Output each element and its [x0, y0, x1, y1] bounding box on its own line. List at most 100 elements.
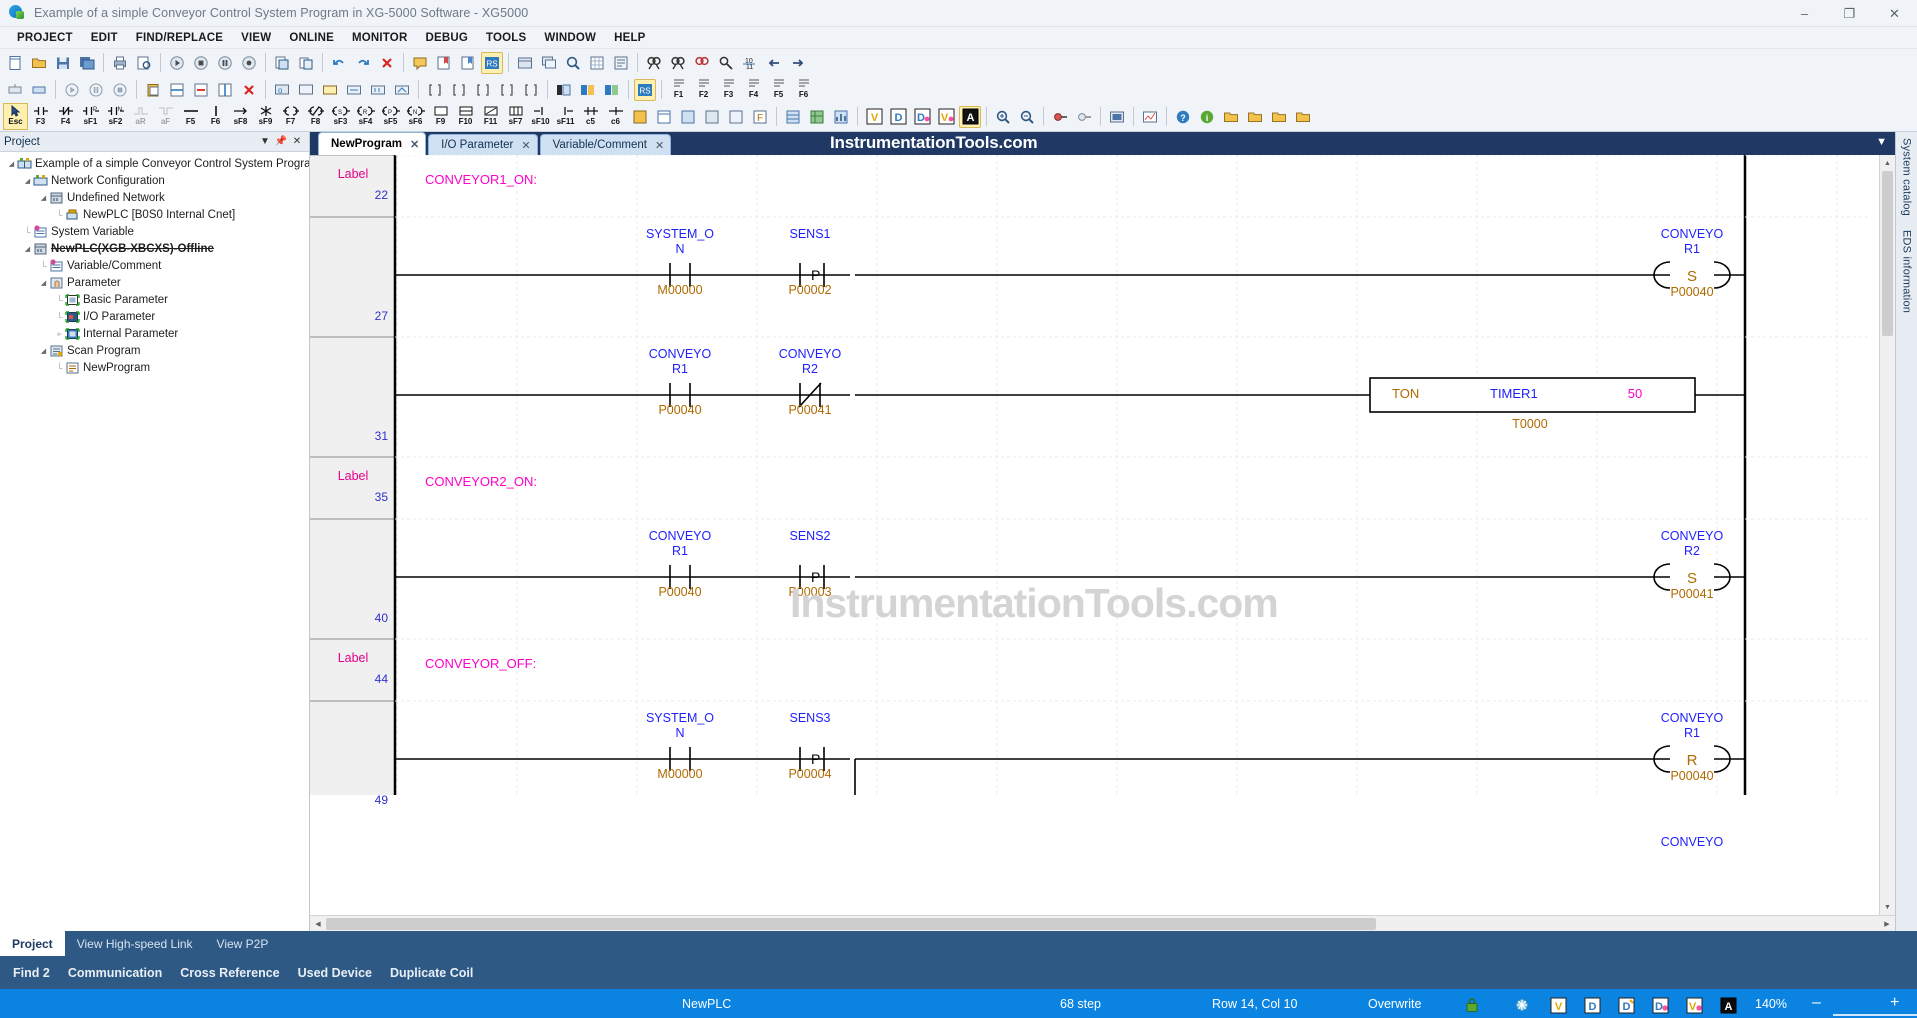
goto-step-icon[interactable]: 10 11	[739, 52, 761, 74]
bottom-tab-view-p2p[interactable]: View P2P	[205, 931, 281, 956]
contact-nc-icon[interactable]: F4	[53, 103, 78, 130]
rung-comment-icon[interactable]: o	[271, 79, 293, 101]
online-write-icon[interactable]	[28, 79, 50, 101]
tab-overflow-chevron-icon[interactable]: ▼	[1876, 136, 1887, 148]
tree-item-system-variable[interactable]: └ System Variable	[0, 223, 309, 240]
monitor-d-icon[interactable]: D	[887, 106, 909, 128]
horizontal-scroll-thumb[interactable]	[326, 917, 1376, 930]
open-recent2-icon[interactable]	[1244, 106, 1266, 128]
coil-positive-icon[interactable]: PsF5	[378, 103, 403, 130]
pointer-icon[interactable]: Esc	[3, 103, 28, 130]
document-tab-variable-comment[interactable]: Variable/Comment ✕	[539, 134, 672, 155]
window-tile-icon[interactable]	[514, 52, 536, 74]
expander-icon[interactable]: ◢	[38, 279, 49, 287]
monitor-start-icon[interactable]	[61, 79, 83, 101]
view-comment-view-icon[interactable]	[701, 106, 723, 128]
close-branch-icon[interactable]: sF11	[553, 103, 578, 130]
tree-item-example-of-a-simple-conveyor-control-system-progra[interactable]: ◢ Example of a simple Conveyor Control Sy…	[0, 155, 309, 172]
scroll-right-icon[interactable]: ▶	[1879, 920, 1895, 928]
tree-item-basic-parameter[interactable]: └ Basic Parameter	[0, 291, 309, 308]
output-tab-duplicate-coil[interactable]: Duplicate Coil	[381, 966, 482, 980]
insert-row-icon[interactable]	[166, 79, 188, 101]
monitor-all-icon[interactable]: A	[959, 105, 981, 128]
find-icon[interactable]	[643, 52, 665, 74]
copy-icon[interactable]	[295, 52, 317, 74]
label-icon[interactable]	[319, 79, 341, 101]
falling-edge-icon[interactable]: aF	[153, 103, 178, 130]
coil-reset-icon[interactable]: RsF4	[353, 103, 378, 130]
expander-icon[interactable]: ◢	[38, 194, 49, 202]
prev-icon[interactable]	[763, 52, 785, 74]
document-tab-close-icon[interactable]: ✕	[521, 139, 530, 152]
view-device-icon[interactable]: D	[1582, 995, 1602, 1015]
branch-c5-icon[interactable]: c5	[578, 103, 603, 130]
tree-item-network-configuration[interactable]: ◢ Network Configuration	[0, 172, 309, 189]
scroll-down-icon[interactable]: ▼	[1880, 899, 1895, 915]
horizontal-scroll-track[interactable]	[326, 917, 1879, 930]
help-index-icon[interactable]: i	[1196, 106, 1218, 128]
view-program-icon[interactable]	[629, 106, 651, 128]
connection-icon[interactable]	[1512, 995, 1532, 1015]
ladder-canvas[interactable]: PSPSPR Label 22 CONVEYOR1_ON: 27 SYSTEM_O N M0…	[310, 155, 1879, 915]
view-f4-icon[interactable]: F4	[741, 76, 766, 103]
bracket2-icon[interactable]	[448, 79, 470, 101]
monitor-stop-icon[interactable]	[109, 79, 131, 101]
trend-monitor-icon[interactable]	[1139, 106, 1161, 128]
output-tab-communication[interactable]: Communication	[59, 966, 171, 980]
zoom-in-tool-icon[interactable]	[992, 106, 1014, 128]
document-tab-close-icon[interactable]: ✕	[410, 138, 419, 151]
extend-function-icon[interactable]: sF7	[503, 103, 528, 130]
lock-icon[interactable]	[1462, 995, 1482, 1015]
view-font-icon[interactable]: F	[749, 106, 771, 128]
open-recent4-icon[interactable]	[1292, 106, 1314, 128]
delete-col-icon[interactable]	[238, 79, 260, 101]
menu-help[interactable]: HELP	[605, 30, 654, 46]
menu-view[interactable]: VIEW	[232, 30, 280, 46]
system-monitor-icon[interactable]	[1106, 106, 1128, 128]
expander-icon[interactable]: ◢	[6, 160, 17, 168]
view-device-comment-icon[interactable]: D	[1650, 995, 1670, 1015]
view-device-view-icon[interactable]	[677, 106, 699, 128]
bit-monitor-icon[interactable]	[553, 79, 575, 101]
bracket3-icon[interactable]	[472, 79, 494, 101]
zoom-slider[interactable]	[1833, 1005, 1917, 1018]
bracket4-icon[interactable]	[496, 79, 518, 101]
document-tab-newprogram[interactable]: NewProgram ✕	[318, 132, 427, 155]
pin-icon[interactable]: 📌	[273, 134, 289, 150]
save-all-icon[interactable]	[76, 52, 98, 74]
close-icon[interactable]: ✕	[289, 134, 305, 150]
monitor-vc-icon[interactable]: V	[935, 106, 957, 128]
tree-item-internal-parameter[interactable]: ▹ Internal Parameter	[0, 325, 309, 342]
ladder-mode-icon[interactable]: RS	[481, 51, 503, 74]
view-variable-view-icon[interactable]	[653, 106, 675, 128]
tree-item-i-o-parameter[interactable]: └ I/O Parameter	[0, 308, 309, 325]
tree-item-newplc-b0s0-internal-cnet[interactable]: └ NewPLC [B0S0 Internal Cnet]	[0, 206, 309, 223]
print-icon[interactable]	[109, 52, 131, 74]
ladder-editor[interactable]: PSPSPR Label 22 CONVEYOR1_ON: 27 SYSTEM_O N M0…	[310, 155, 1895, 915]
menu-find-replace[interactable]: FIND/REPLACE	[127, 30, 232, 46]
menu-debug[interactable]: DEBUG	[416, 30, 477, 46]
open-recent1-icon[interactable]	[1220, 106, 1242, 128]
undo-icon[interactable]	[328, 52, 350, 74]
insert-col-icon[interactable]	[214, 79, 236, 101]
function-icon[interactable]: F10	[453, 103, 478, 130]
right-dock-tab-eds-information[interactable]: EDS information	[1901, 230, 1913, 313]
help-icon[interactable]: ?	[1172, 106, 1194, 128]
document-tab-close-icon[interactable]: ✕	[655, 139, 664, 152]
zoom-out-button[interactable]: –	[1812, 994, 1821, 1012]
view-device-comment-view-icon[interactable]	[725, 106, 747, 128]
rising-edge-icon[interactable]: aR	[128, 103, 153, 130]
close-button[interactable]: ✕	[1872, 0, 1917, 27]
vertical-scroll-thumb[interactable]	[1882, 171, 1893, 336]
force-io-icon[interactable]	[1049, 106, 1071, 128]
print-preview-icon[interactable]	[133, 52, 155, 74]
delete-row-icon[interactable]	[190, 79, 212, 101]
tree-item-newprogram[interactable]: └ NewProgram	[0, 359, 309, 376]
next-icon[interactable]	[787, 52, 809, 74]
online-connect-icon[interactable]	[4, 79, 26, 101]
new-icon[interactable]	[4, 52, 26, 74]
line-right-icon[interactable]: sF8	[228, 103, 253, 130]
view-device-variable-icon[interactable]: D	[1616, 995, 1636, 1015]
contact-positive-icon[interactable]: PsF1	[78, 103, 103, 130]
view-f6-icon[interactable]: F6	[791, 76, 816, 103]
